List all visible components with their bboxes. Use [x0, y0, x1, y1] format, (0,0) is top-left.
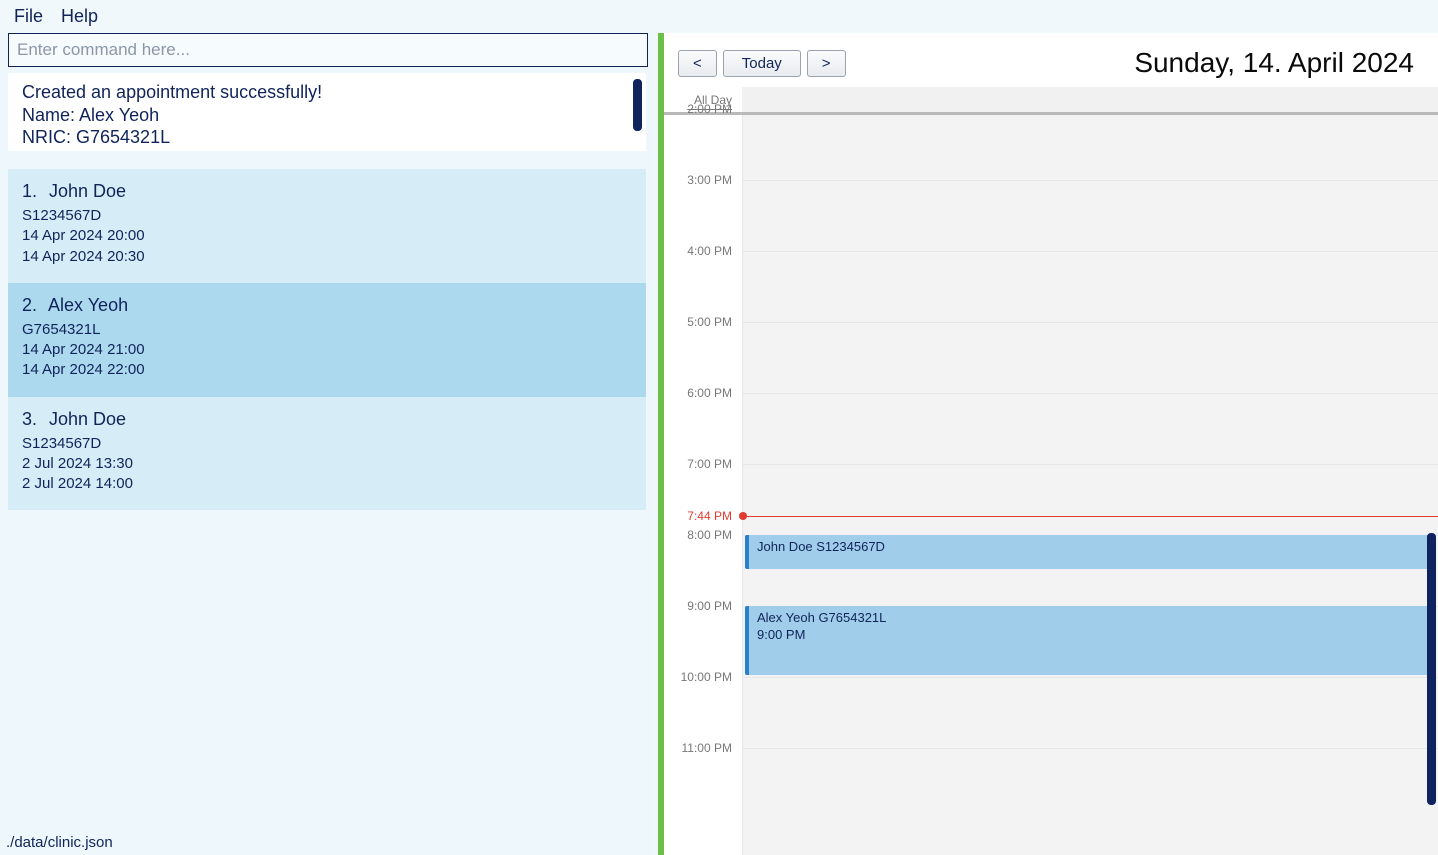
left-panel: Created an appointment successfully! Nam… — [0, 33, 654, 855]
result-line: Created an appointment successfully! — [22, 81, 632, 104]
prev-day-button[interactable]: < — [678, 50, 717, 77]
hour-gridline — [743, 748, 1438, 749]
now-dot-icon — [739, 512, 747, 520]
now-line — [743, 516, 1438, 517]
status-path: ./data/clinic.json — [0, 830, 119, 855]
calendar-panel: < Today > Sunday, 14. April 2024 All Day… — [664, 33, 1438, 855]
calendar-scrollbar-thumb[interactable] — [1427, 533, 1436, 805]
result-line: NRIC: G7654321L — [22, 126, 632, 149]
list-item-end: 2 Jul 2024 14:00 — [22, 474, 632, 494]
hour-gridline — [743, 464, 1438, 465]
next-day-button[interactable]: > — [807, 50, 846, 77]
hour-label-cut: 2:00 PM — [687, 102, 732, 116]
hour-gridline — [743, 322, 1438, 323]
list-item[interactable]: 2. Alex Yeoh G7654321L 14 Apr 2024 21:00… — [8, 283, 646, 397]
menu-file[interactable]: File — [14, 6, 43, 27]
list-item-name: Alex Yeoh — [48, 295, 128, 315]
result-box: Created an appointment successfully! Nam… — [8, 73, 646, 151]
hour-label: 3:00 PM — [687, 173, 732, 187]
allday-row: All Day — [664, 87, 1438, 115]
hour-gridline — [743, 393, 1438, 394]
hour-label: 8:00 PM — [687, 528, 732, 542]
list-item-nric: S1234567D — [22, 434, 632, 454]
list-item[interactable]: 3. John Doe S1234567D 2 Jul 2024 13:30 2… — [8, 397, 646, 511]
list-item-index: 2. — [22, 295, 44, 316]
hour-label: 6:00 PM — [687, 386, 732, 400]
now-time-label: 7:44 PM — [687, 509, 732, 523]
calendar-event-title: John Doe S1234567D — [757, 539, 1420, 556]
list-item-nric: G7654321L — [22, 320, 632, 340]
result-scrollbar-thumb[interactable] — [633, 79, 642, 131]
menubar: File Help — [0, 0, 1438, 33]
result-line: Name: Alex Yeoh — [22, 104, 632, 127]
hour-label: 11:00 PM — [682, 741, 732, 755]
allday-cell[interactable] — [742, 87, 1438, 112]
hour-label: 5:00 PM — [687, 315, 732, 329]
calendar-event-title: Alex Yeoh G7654321L — [757, 610, 1420, 627]
calendar-grid[interactable]: 2:00 PM3:00 PM4:00 PM5:00 PM6:00 PM7:00 … — [664, 115, 1438, 855]
today-button[interactable]: Today — [723, 50, 801, 77]
hour-label: 9:00 PM — [687, 599, 732, 613]
list-item-start: 14 Apr 2024 21:00 — [22, 340, 632, 360]
list-item-start: 2 Jul 2024 13:30 — [22, 454, 632, 474]
calendar-date-title: Sunday, 14. April 2024 — [1134, 47, 1414, 79]
hour-gridline — [743, 180, 1438, 181]
list-item-name: John Doe — [49, 181, 126, 201]
calendar-nav: < Today > — [678, 50, 846, 77]
calendar-event[interactable]: John Doe S1234567D — [745, 535, 1428, 569]
menu-help[interactable]: Help — [61, 6, 98, 27]
appointments-list: 1. John Doe S1234567D 14 Apr 2024 20:00 … — [8, 169, 646, 510]
hour-label: 10:00 PM — [681, 670, 732, 684]
list-item-end: 14 Apr 2024 20:30 — [22, 247, 632, 267]
calendar-event[interactable]: Alex Yeoh G7654321L9:00 PM — [745, 606, 1428, 675]
list-item-name: John Doe — [49, 409, 126, 429]
list-item-index: 3. — [22, 409, 44, 430]
command-input[interactable] — [8, 33, 648, 67]
list-item-end: 14 Apr 2024 22:00 — [22, 360, 632, 380]
calendar-event-subtitle: 9:00 PM — [757, 627, 1420, 644]
hour-label: 4:00 PM — [687, 244, 732, 258]
hour-gridline — [743, 677, 1438, 678]
result-line: Start time: 14 Apr 2024 21:00 — [22, 149, 632, 152]
hour-gridline — [743, 251, 1438, 252]
list-item-nric: S1234567D — [22, 206, 632, 226]
list-item-start: 14 Apr 2024 20:00 — [22, 226, 632, 246]
list-item[interactable]: 1. John Doe S1234567D 14 Apr 2024 20:00 … — [8, 169, 646, 283]
hour-label: 7:00 PM — [687, 457, 732, 471]
list-item-index: 1. — [22, 181, 44, 202]
